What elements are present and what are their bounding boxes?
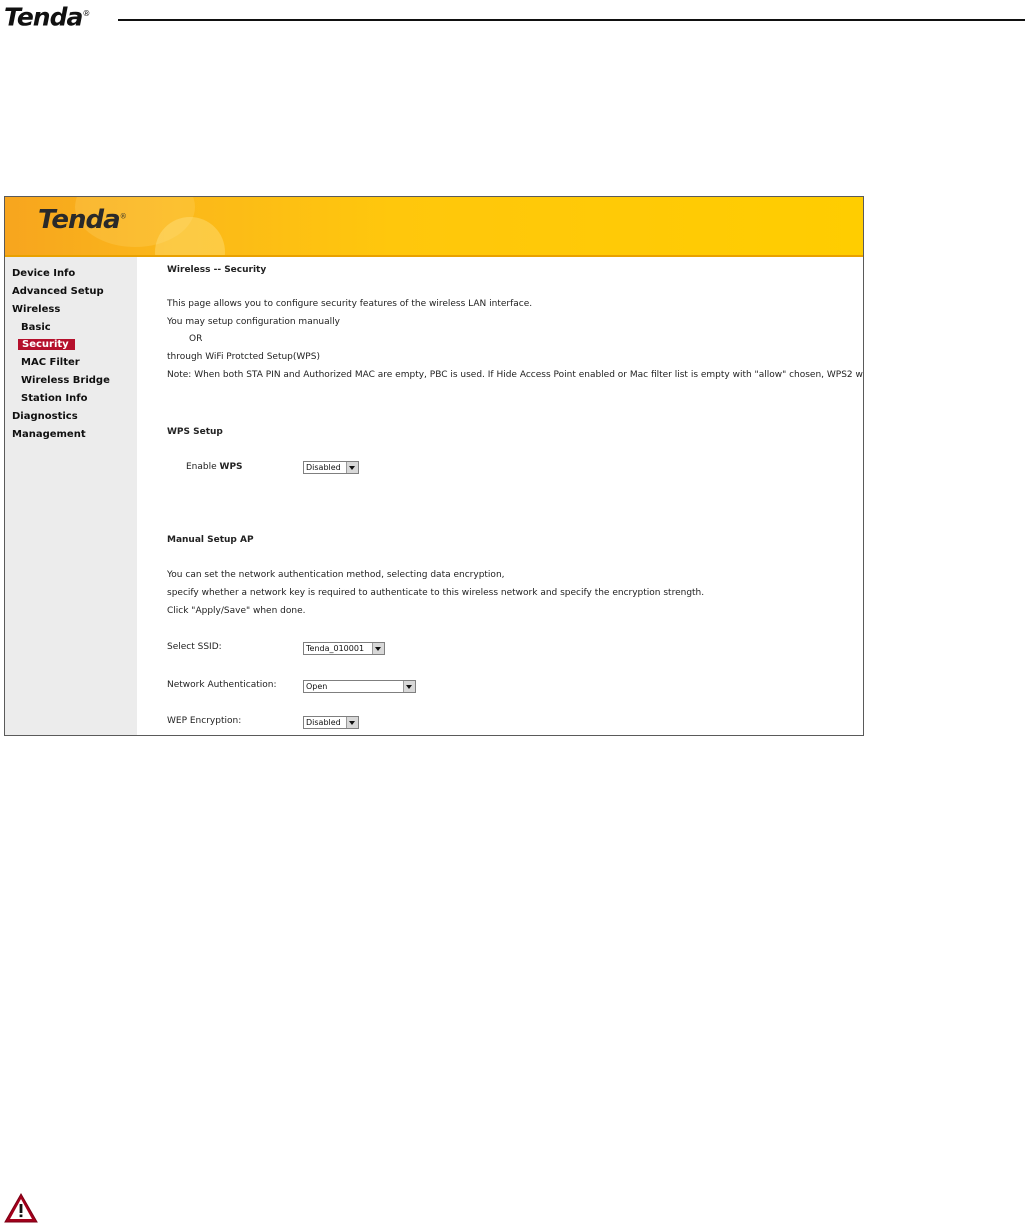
header-banner: Tenda® — [5, 197, 863, 257]
brand-logo-text: Tenda — [38, 205, 121, 235]
doc-logo-mark: ® — [82, 9, 90, 18]
sidebar-item-device-info[interactable]: Device Info — [12, 268, 75, 279]
main-content: Wireless -- Security This page allows yo… — [137, 257, 863, 735]
select-ssid-label: Select SSID: — [167, 642, 222, 652]
enable-wps-value: Disabled — [306, 463, 341, 472]
intro-line: through WiFi Protcted Setup(WPS) — [167, 352, 320, 362]
network-auth-label: Network Authentication: — [167, 680, 277, 690]
select-ssid-dropdown[interactable]: Tenda_010001 — [303, 642, 385, 655]
router-screenshot: Tenda® Device Info Advanced Setup Wirele… — [4, 196, 864, 736]
intro-note: Note: When both STA PIN and Authorized M… — [167, 370, 864, 380]
wep-encryption-dropdown[interactable]: Disabled — [303, 716, 359, 729]
wps-setup-heading: WPS Setup — [167, 427, 223, 437]
brand-logo-mark: ® — [119, 212, 127, 221]
sidebar: Device Info Advanced Setup Wireless Basi… — [5, 257, 137, 735]
enable-wps-select[interactable]: Disabled — [303, 461, 359, 474]
sidebar-item-advanced-setup[interactable]: Advanced Setup — [12, 286, 104, 297]
sidebar-item-management[interactable]: Management — [12, 429, 86, 440]
select-ssid-value: Tenda_010001 — [306, 644, 365, 653]
doc-logo: Tenda® — [4, 0, 90, 32]
intro-or: OR — [189, 334, 203, 344]
intro-line: This page allows you to configure securi… — [167, 299, 533, 309]
enable-wps-label-prefix: Enable — [186, 462, 220, 472]
manual-desc-line: You can set the network authentication m… — [167, 570, 505, 580]
wep-encryption-value: Disabled — [306, 718, 341, 727]
brand-logo: Tenda® — [38, 205, 127, 235]
chevron-down-icon[interactable] — [372, 643, 384, 654]
enable-wps-label: Enable WPS — [186, 462, 243, 472]
network-auth-dropdown[interactable]: Open — [303, 680, 416, 693]
sidebar-item-wireless-bridge[interactable]: Wireless Bridge — [21, 375, 110, 386]
chevron-down-icon[interactable] — [346, 717, 358, 728]
intro-line: You may setup configuration manually — [167, 317, 340, 327]
network-auth-value: Open — [306, 682, 328, 691]
sidebar-item-station-info[interactable]: Station Info — [21, 393, 87, 404]
sidebar-item-basic[interactable]: Basic — [21, 322, 51, 333]
chevron-down-icon[interactable] — [403, 681, 415, 692]
doc-logo-text: Tenda — [4, 2, 83, 32]
manual-desc-line: specify whether a network key is require… — [167, 588, 705, 598]
header-rule — [118, 19, 1025, 21]
chevron-down-icon[interactable] — [346, 462, 358, 473]
enable-wps-label-bold: WPS — [219, 462, 243, 472]
page-title: Wireless -- Security — [167, 265, 267, 275]
manual-desc-line: Click "Apply/Save" when done. — [167, 606, 306, 616]
sidebar-item-diagnostics[interactable]: Diagnostics — [12, 411, 78, 422]
sidebar-item-security[interactable]: Security — [18, 339, 75, 350]
sidebar-item-mac-filter[interactable]: MAC Filter — [21, 357, 80, 368]
sidebar-item-wireless[interactable]: Wireless — [12, 304, 60, 315]
wep-encryption-label: WEP Encryption: — [167, 716, 242, 726]
warning-icon — [3, 1192, 39, 1224]
manual-setup-heading: Manual Setup AP — [167, 535, 254, 545]
